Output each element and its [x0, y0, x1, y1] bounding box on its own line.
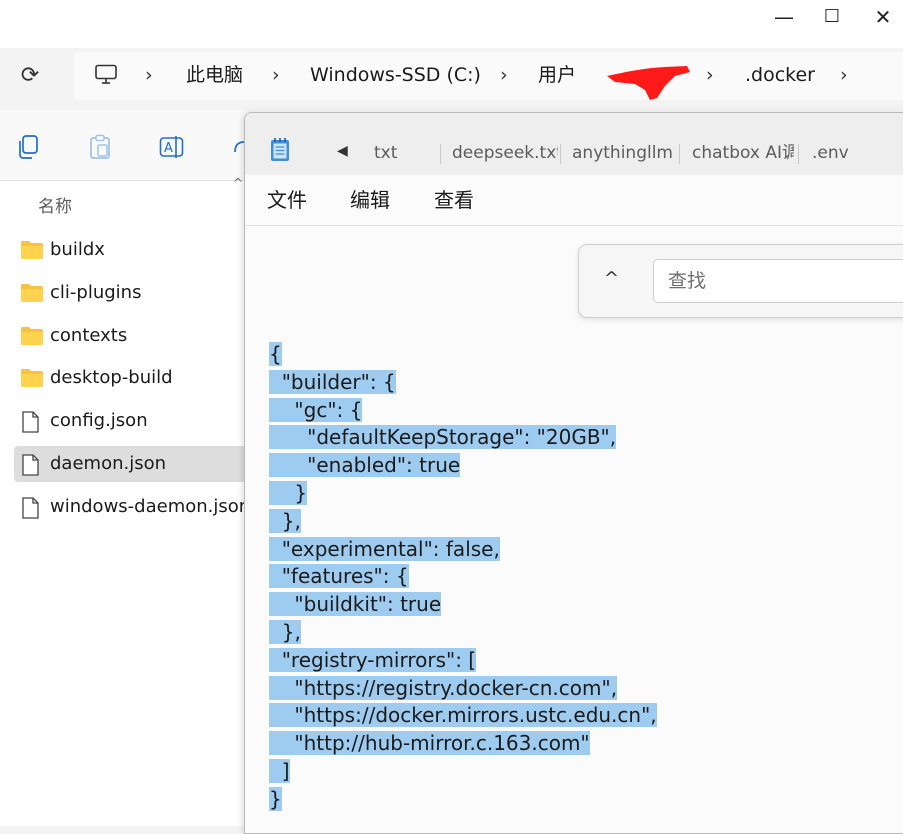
file-list-item[interactable]: daemon.json — [14, 446, 244, 482]
tab-separator — [560, 144, 561, 164]
tab-separator — [440, 144, 441, 164]
file-list-item[interactable]: buildx — [14, 232, 244, 268]
refresh-icon[interactable]: ⟳ — [16, 62, 44, 90]
folder-icon — [20, 240, 44, 264]
breadcrumb-item-docker[interactable]: .docker — [745, 63, 815, 87]
editor-line-text: } — [269, 480, 308, 505]
file-name-label: desktop-build — [50, 367, 173, 389]
editor-line: "gc": { — [269, 397, 657, 425]
editor-line-text: "https://docker.mirrors.ustc.edu.cn", — [269, 703, 657, 728]
notepad-menu-bar — [245, 175, 903, 226]
file-icon — [20, 411, 40, 437]
file-name-label: buildx — [50, 239, 105, 260]
breadcrumb-chevron[interactable]: › — [706, 63, 714, 87]
editor-line: "defaultKeepStorage": "20GB", — [269, 424, 657, 452]
editor-line-text: { — [269, 342, 282, 366]
computer-icon[interactable] — [94, 64, 118, 86]
notepad-icon — [271, 138, 289, 161]
file-list-item[interactable]: desktop-build — [14, 360, 244, 396]
svg-text:A: A — [164, 141, 173, 156]
editor-line: "https://registry.docker-cn.com", — [269, 675, 657, 703]
editor-line: { — [269, 341, 657, 369]
file-list-item[interactable]: windows-daemon.json — [14, 489, 250, 525]
file-name-label: contexts — [50, 324, 128, 346]
tab-chatbox[interactable]: chatbox AI调 — [692, 142, 794, 164]
file-list-item[interactable]: config.json — [14, 403, 244, 439]
editor-line: "https://docker.mirrors.ustc.edu.cn", — [269, 702, 657, 730]
file-name-label: cli-plugins — [50, 281, 142, 303]
file-name-label: config.json — [50, 410, 148, 432]
editor-line-text: "experimental": false, — [269, 536, 500, 561]
notepad-window: ◀ txt deepseek.txt anythingllm笔 chatbox … — [244, 112, 903, 834]
breadcrumb-chevron[interactable]: › — [272, 63, 280, 87]
editor-text-area[interactable]: { "builder": { "gc": { "defaultKeepStora… — [269, 341, 657, 814]
editor-line-text: "buildkit": true — [269, 592, 442, 617]
editor-line-text: }, — [269, 508, 301, 533]
tab-txt[interactable]: txt — [374, 142, 414, 164]
rename-icon[interactable]: A — [159, 134, 185, 160]
editor-line: } — [269, 480, 657, 508]
menu-file[interactable]: 文件 — [267, 188, 307, 212]
breadcrumb-chevron[interactable]: › — [145, 63, 153, 87]
maximize-button[interactable]: ☐ — [818, 6, 846, 28]
editor-line-text: "https://registry.docker-cn.com", — [269, 675, 618, 700]
file-icon — [20, 454, 40, 480]
sort-caret-icon: ^ — [233, 176, 244, 190]
editor-line-text: "registry-mirrors": [ — [269, 647, 477, 672]
file-list-item[interactable]: cli-plugins — [14, 275, 244, 311]
minimize-button[interactable]: — — [770, 6, 798, 28]
redaction-mark — [607, 66, 690, 100]
find-input[interactable] — [653, 259, 903, 303]
editor-line-text: "enabled": true — [269, 453, 461, 478]
editor-line: }, — [269, 508, 657, 536]
menu-view[interactable]: 查看 — [434, 188, 474, 212]
menu-edit[interactable]: 编辑 — [350, 188, 390, 212]
editor-line-text: "builder": { — [269, 369, 396, 394]
folder-icon — [20, 326, 44, 350]
editor-line-text: }, — [269, 619, 301, 644]
editor-line: ] — [269, 758, 657, 786]
file-icon — [20, 497, 40, 523]
file-name-label: daemon.json — [50, 453, 167, 474]
editor-line: "enabled": true — [269, 452, 657, 480]
editor-line-text: "defaultKeepStorage": "20GB", — [269, 425, 617, 450]
breadcrumb-chevron[interactable]: › — [500, 63, 508, 87]
breadcrumb-item-users[interactable]: 用户 — [538, 63, 576, 87]
tab-deepseek[interactable]: deepseek.txt — [452, 142, 558, 164]
folder-icon — [20, 368, 44, 392]
editor-line: "http://hub-mirror.c.163.com" — [269, 730, 657, 758]
editor-line-text: "features": { — [269, 564, 409, 589]
editor-line-text: } — [269, 786, 282, 811]
title-bar — [0, 0, 903, 48]
editor-line-text: "gc": { — [269, 397, 363, 422]
editor-line-text: ] — [269, 758, 290, 783]
folder-icon — [20, 283, 44, 307]
paste-icon[interactable] — [88, 134, 112, 160]
tab-separator — [679, 144, 680, 164]
tab-scroll-left-button[interactable]: ◀ — [337, 143, 348, 159]
close-button[interactable]: ✕ — [869, 6, 897, 28]
find-toggle-up-button[interactable]: ^ — [604, 268, 619, 289]
column-header-name[interactable]: 名称 — [38, 192, 72, 217]
editor-line: "buildkit": true — [269, 591, 657, 619]
breadcrumb-item-drive[interactable]: Windows-SSD (C:) — [310, 63, 481, 87]
editor-line: }, — [269, 619, 657, 647]
editor-line: "registry-mirrors": [ — [269, 647, 657, 675]
tab-env[interactable]: .env — [812, 142, 862, 164]
editor-line-text: "http://hub-mirror.c.163.com" — [269, 731, 590, 756]
breadcrumb-item-this-pc[interactable]: 此电脑 — [186, 63, 243, 87]
tab-separator — [798, 144, 799, 164]
editor-line: } — [269, 786, 657, 814]
copy-icon[interactable] — [16, 134, 40, 160]
editor-line: "builder": { — [269, 369, 657, 397]
file-name-label: windows-daemon.json — [50, 495, 251, 517]
breadcrumb-chevron[interactable]: › — [840, 63, 848, 87]
file-list-item[interactable]: contexts — [14, 318, 244, 354]
editor-line: "features": { — [269, 563, 657, 591]
tab-anythingllm[interactable]: anythingllm笔 — [572, 142, 674, 164]
share-icon[interactable] — [232, 134, 244, 160]
editor-line: "experimental": false, — [269, 536, 657, 564]
